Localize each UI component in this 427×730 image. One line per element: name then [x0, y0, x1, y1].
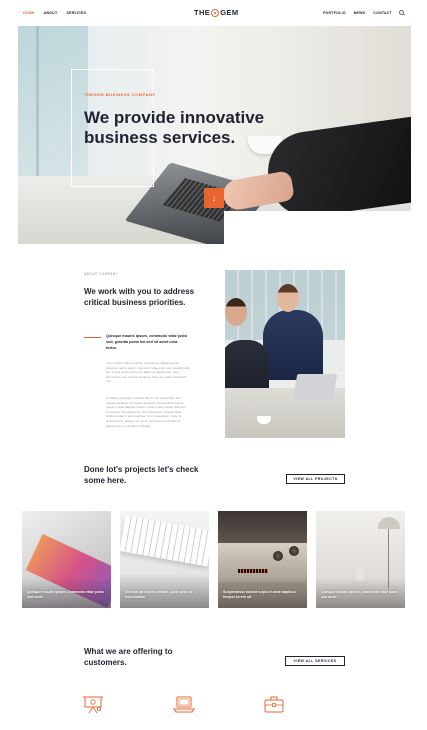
- hero-title: We provide innovative business services.: [84, 108, 265, 147]
- view-all-projects-button[interactable]: VIEW ALL PROJECTS: [286, 474, 345, 484]
- site-logo[interactable]: THE GEM: [194, 8, 239, 17]
- about-paragraph-2: Curabitur id semper molestie libero, non…: [106, 396, 186, 428]
- arrow-down-icon: ↓: [212, 193, 216, 203]
- project-caption: Quisque mauris ipsum, commodo vitae just…: [27, 589, 104, 600]
- projects-grid: Quisque mauris ipsum, commodo vitae just…: [22, 511, 406, 608]
- main-nav-left: HOME ABOUT SERVICES: [23, 11, 86, 15]
- about-lead-text: Quisque mauris ipsum, commodo vitae just…: [106, 334, 188, 350]
- services-title: What we are offering to customers.: [84, 647, 173, 667]
- logo-text-right: GEM: [220, 8, 239, 17]
- project-card[interactable]: Suspendisse lacinia turpis in ante dapib…: [218, 511, 307, 608]
- briefcase-icon: [264, 696, 284, 713]
- presentation-icon: [83, 696, 103, 714]
- services-icons: [82, 694, 292, 718]
- about-image-laptop: [292, 374, 338, 400]
- project-image-knob: [273, 551, 283, 561]
- about-title: We work with you to address critical bus…: [84, 287, 195, 307]
- project-image-lamp: [378, 517, 400, 529]
- project-caption: Suspendisse lacinia turpis in ante dapib…: [223, 589, 296, 600]
- gem-logo-icon: [211, 8, 220, 17]
- nav-item-contact[interactable]: CONTACT: [373, 11, 392, 15]
- about-eyebrow: ABOUT COMPANY: [84, 272, 119, 276]
- about-image-head-2: [277, 284, 299, 312]
- hero-section: THEGEM BUSINESS COMPANY We provide innov…: [18, 26, 411, 244]
- project-image-knob: [289, 546, 299, 556]
- projects-title: Done lot's projects let's check some her…: [84, 465, 199, 485]
- laptop-icon: [173, 696, 195, 713]
- project-caption: Quisque mauris ipsum, commodo vitae just…: [321, 589, 398, 600]
- nav-item-services[interactable]: SERVICES: [66, 11, 86, 15]
- main-nav-right: PORTFOLIO NEWS CONTACT: [323, 11, 392, 15]
- about-image-head-1: [225, 298, 247, 326]
- project-card[interactable]: Quisque mauris ipsum, commodo vitae just…: [22, 511, 111, 608]
- about-paragraph-1: Lorem ipsum dolor sit amet, consectetur …: [106, 361, 190, 384]
- about-team-image: [225, 270, 345, 438]
- nav-item-news[interactable]: NEWS: [354, 11, 366, 15]
- project-image-strip: [238, 569, 268, 573]
- search-icon[interactable]: [399, 10, 404, 15]
- nav-item-home[interactable]: HOME: [23, 11, 35, 15]
- project-card[interactable]: Quisque mauris ipsum, commodo vitae just…: [316, 511, 405, 608]
- scroll-down-button[interactable]: ↓: [204, 188, 224, 208]
- hero-white-block: [224, 211, 411, 244]
- project-caption: Ut enim ad minim veniam, quis nostrud ex…: [125, 589, 193, 600]
- accent-divider: [84, 337, 101, 338]
- logo-text-left: THE: [194, 8, 211, 17]
- site-header: HOME ABOUT SERVICES THE GEM PORTFOLIO NE…: [0, 0, 427, 26]
- project-image-decor: [120, 515, 209, 567]
- about-image-person-2: [263, 310, 323, 380]
- nav-item-about[interactable]: ABOUT: [44, 11, 58, 15]
- view-all-services-button[interactable]: VIEW ALL SERVICES: [285, 656, 345, 666]
- nav-item-portfolio[interactable]: PORTFOLIO: [323, 11, 346, 15]
- project-card[interactable]: Ut enim ad minim veniam, quis nostrud ex…: [120, 511, 209, 608]
- hero-eyebrow: THEGEM BUSINESS COMPANY: [84, 92, 156, 97]
